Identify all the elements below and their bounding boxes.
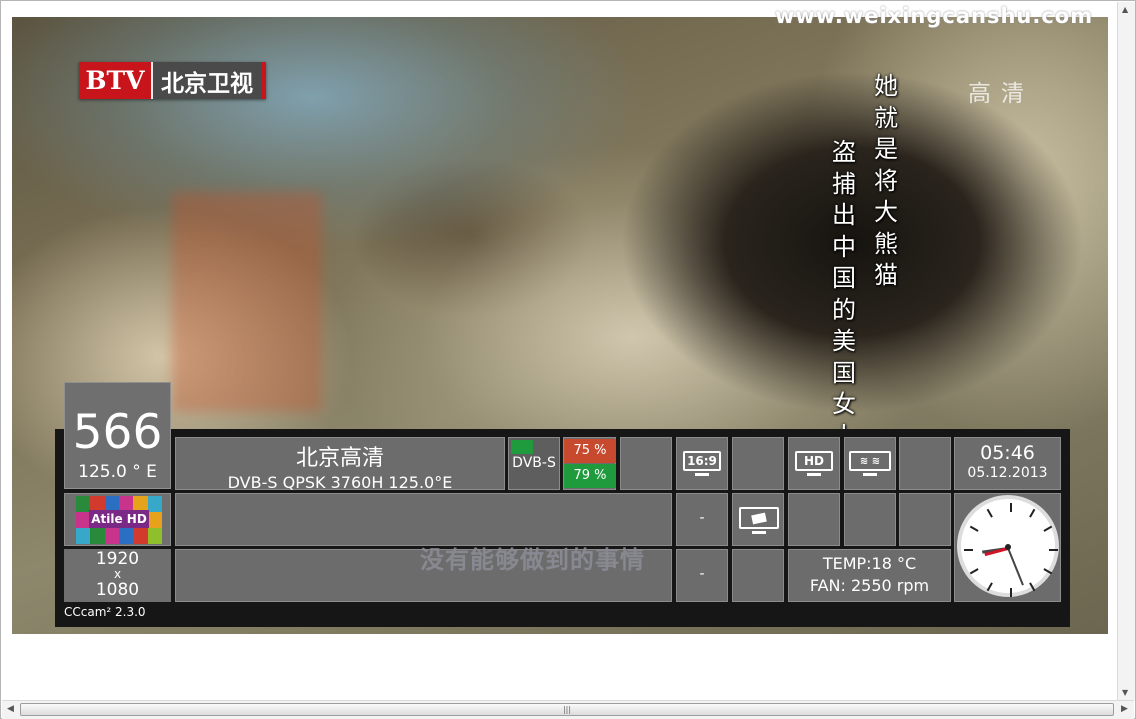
scroll-left-icon[interactable]: ◀ [7,704,14,714]
widescreen-icon: ≋ ≋ [849,451,891,476]
datetime-cell: 05:46 05.12.2013 [954,437,1061,490]
cam-version: CCcam² 2.3.0 [64,605,146,619]
channel-number-box: 566 125.0 ° E [64,382,171,489]
clock-minute-hand [1007,547,1024,586]
hd-icon: HD [795,451,833,476]
status-cell-5 [844,493,896,546]
audio-cell: - [676,493,728,546]
signal-quality: 79 % [564,464,616,488]
watermark: www.weixingcanshu.com [775,4,1094,28]
channel-number: 566 [72,405,163,460]
clock-date: 05.12.2013 [967,465,1048,481]
event-info-cell [175,493,672,546]
aspect-ratio-icon: 16:9 [683,451,721,476]
delivery-label: DVB-S [512,455,556,471]
status-cell-4 [788,493,840,546]
subtitle-vertical-right: 她就是将大熊猫 [874,72,898,289]
status-cell-3 [899,437,951,490]
status-cell-7 [732,549,784,602]
hd-badge: HD [803,454,824,468]
btv-logo: BTV 北京卫视 [79,62,266,99]
resolution-width: 1920 [95,549,140,569]
screen-cell [732,493,784,546]
channel-name: 北京高清 [295,446,384,471]
horizontal-scroll-thumb[interactable]: ||| [20,703,1114,716]
signal-cell: 75 % 79 % [563,437,616,490]
resolution-height: 1080 [95,580,140,600]
system-cell: TEMP:18 °C FAN: 2550 rpm [788,549,951,602]
subtitle-cell: - [676,549,728,602]
scroll-up-icon[interactable]: ▲ [1122,5,1128,14]
vertical-scrollbar[interactable]: ▲ ▼ [1117,2,1135,700]
tuning-info: DVB-S QPSK 3760H 125.0°E [227,473,453,492]
resolution-cell: 1920 x 1080 [64,549,171,602]
delivery-indicator [511,440,533,454]
hd-cell: HD [788,437,840,490]
scroll-right-icon[interactable]: ▶ [1121,704,1128,714]
subtitle-horizontal: 没有能够做到的事情 [420,546,645,574]
btv-logo-name: 北京卫视 [151,62,266,99]
screen-icon [739,507,779,534]
btv-logo-mark: BTV [79,62,151,99]
status-cell-2 [732,437,784,490]
temperature: TEMP:18 °C [822,554,917,573]
scroll-down-icon[interactable]: ▼ [1122,688,1128,697]
provider-logo-label: Atile HD [89,510,149,528]
hd-corner-label: 高清 [968,81,1034,107]
aspect-cell: 16:9 [676,437,728,490]
subtitle-vertical-left: 盗捕出中国的美国女人 [832,138,856,450]
fan-speed: FAN: 2550 rpm [809,576,930,595]
signal-strength: 75 % [564,439,616,463]
video-blur-region [172,192,322,412]
status-cell-1 [620,437,672,490]
delivery-cell: DVB-S [508,437,560,490]
aspect-ratio-label: 16:9 [687,454,717,468]
provider-logo-cell: Atile HD [64,493,171,546]
clock-time: 05:46 [980,442,1035,464]
audio-dash: - [699,510,705,526]
horizontal-scrollbar[interactable]: ◀ ||| ▶ [2,700,1134,719]
analog-clock-icon [957,495,1059,597]
orbital-position: 125.0 ° E [78,462,157,482]
channel-info-cell: 北京高清 DVB-S QPSK 3760H 125.0°E [175,437,505,492]
widescreen-cell: ≋ ≋ [844,437,896,490]
status-cell-6 [899,493,951,546]
subtitle-dash: - [699,566,705,582]
